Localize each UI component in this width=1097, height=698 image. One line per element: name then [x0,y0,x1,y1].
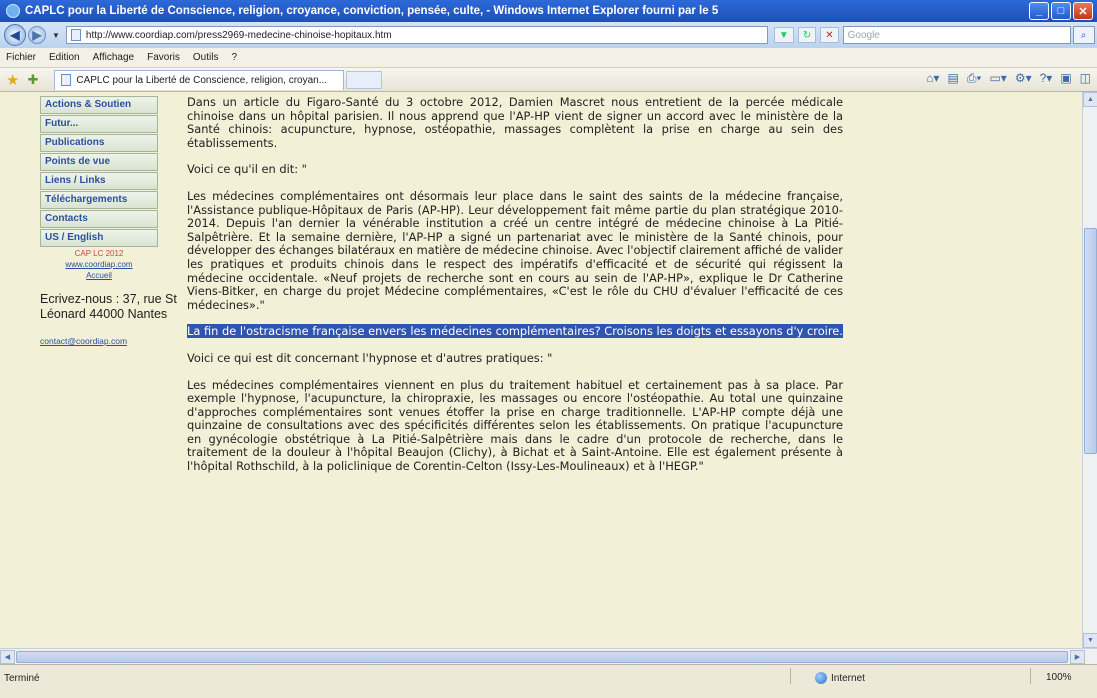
horizontal-scrollbar[interactable]: ◀ ▶ [0,648,1097,664]
menu-help[interactable]: ? [231,52,237,63]
sidebar-item-points-de-vue[interactable]: Points de vue [40,153,158,171]
favorites-star-icon[interactable]: ★ [6,71,19,89]
security-zone[interactable]: Internet [815,672,865,684]
scroll-right-icon[interactable]: ▶ [1070,650,1085,664]
address-actions: ▼ ↻ ✕ [773,27,839,43]
article-paragraph: Les médecines complémentaires viennent e… [187,377,843,474]
globe-icon [815,672,827,684]
maximize-button[interactable]: □ [1051,2,1071,20]
zone-label: Internet [831,672,865,684]
tools-icon[interactable]: ⚙▾ [1015,71,1032,86]
menu-favoris[interactable]: Favoris [147,52,180,63]
contact-email-link[interactable]: contact@coordiap.com [40,336,180,346]
article-paragraph: Dans un article du Figaro-Santé du 3 oct… [187,95,843,150]
scroll-left-icon[interactable]: ◀ [0,650,15,664]
back-button[interactable]: ◀ [4,24,26,46]
page-icon [61,74,72,86]
add-favorite-icon[interactable]: ✚ [27,72,38,88]
close-button[interactable]: ✕ [1073,2,1093,20]
research-icon[interactable]: ▣ [1060,71,1071,86]
feeds-icon[interactable]: ▤ [947,71,958,86]
site-link[interactable]: www.coordiap.com [40,260,158,269]
tab-current[interactable]: CAPLC pour la Liberté de Conscience, rel… [54,69,345,90]
window-controls: _ □ ✕ [1029,2,1093,20]
messenger-icon[interactable]: ◫ [1080,71,1091,86]
vertical-scroll-thumb[interactable] [1084,228,1097,454]
copyright-text: CAP LC 2012 [74,249,124,258]
article-paragraph: Voici ce qui est dit concernant l'hypnos… [187,350,553,365]
help-icon[interactable]: ?▾ [1040,71,1053,86]
search-icon[interactable]: ⌕ [1072,26,1095,44]
new-tab-button[interactable] [346,70,383,89]
sidebar-item-telechargements[interactable]: Téléchargements [40,191,158,209]
sidebar-item-publications[interactable]: Publications [40,134,158,152]
window-title-bar[interactable]: CAPLC pour la Liberté de Conscience, rel… [0,0,1097,22]
article-paragraph: Voici ce qu'il en dit: " [187,162,307,177]
window-title: CAPLC pour la Liberté de Conscience, rel… [25,5,719,17]
status-bar: Terminé Internet 100% [0,664,1097,698]
menu-edition[interactable]: Edition [49,52,80,63]
sidebar: Actions & Soutien Futur... Publications … [40,96,180,346]
article-paragraph-selected[interactable]: La fin de l'ostracisme française envers … [187,324,843,339]
address-url: http://www.coordiap.com/press2969-medeci… [85,29,392,41]
article-body: Dans un article du Figaro-Santé du 3 oct… [187,95,843,487]
scroll-down-icon[interactable]: ▼ [1083,633,1097,648]
home-icon[interactable]: ⌂▾ [926,71,939,86]
page-menu-icon[interactable]: ▭▾ [989,71,1006,86]
menu-affichage[interactable]: Affichage [93,52,135,63]
article-paragraph: Les médecines complémentaires ont désorm… [187,188,843,312]
menu-fichier[interactable]: Fichier [6,52,36,63]
selected-text[interactable]: La fin de l'ostracisme française envers … [187,324,843,339]
forward-button[interactable]: ▶ [28,26,46,44]
page-icon [70,29,81,41]
status-separator [1030,668,1031,684]
minimize-button[interactable]: _ [1029,2,1049,20]
sidebar-item-contacts[interactable]: Contacts [40,210,158,228]
sidebar-item-actions[interactable]: Actions & Soutien [40,96,158,114]
address-dropdown-icon[interactable]: ▼ [773,27,794,43]
menu-outils[interactable]: Outils [193,52,219,63]
sidebar-item-liens[interactable]: Liens / Links [40,172,158,190]
home-link[interactable]: Accueil [40,271,158,280]
status-text: Terminé [4,673,40,684]
address-toolbar: ◀ ▶ ▼ http://www.coordiap.com/press2969-… [0,22,1097,48]
scroll-up-icon[interactable]: ▲ [1083,92,1097,107]
tab-bar: ★ ✚ CAPLC pour la Liberté de Conscience,… [0,68,1097,92]
menu-bar: Fichier Edition Affichage Favoris Outils… [0,48,1097,68]
stop-icon[interactable]: ✕ [820,27,839,43]
status-separator [790,668,791,684]
zoom-level[interactable]: 100% [1046,672,1072,683]
search-input[interactable]: Google [842,26,1071,44]
address-input[interactable]: http://www.coordiap.com/press2969-medeci… [65,26,768,44]
vertical-scrollbar[interactable]: ▲ ▼ [1082,92,1097,648]
ie-icon [6,4,20,18]
page-content: Actions & Soutien Futur... Publications … [0,92,1082,648]
postal-address: Ecrivez-nous : 37, rue St Léonard 44000 … [40,292,177,321]
sidebar-item-english[interactable]: US / English [40,229,158,247]
sidebar-item-futur[interactable]: Futur... [40,115,158,133]
horizontal-scroll-thumb[interactable] [16,651,1068,663]
tab-title: CAPLC pour la Liberté de Conscience, rel… [76,74,328,86]
print-icon[interactable]: ⎙▾ [967,71,982,86]
history-dropdown-icon[interactable]: ▼ [52,31,60,40]
refresh-icon[interactable]: ↻ [797,27,817,43]
search-placeholder: Google [847,29,880,41]
command-bar: ⌂▾ ▤ ⎙▾ ▭▾ ⚙▾ ?▾ ▣ ◫ [926,71,1091,86]
